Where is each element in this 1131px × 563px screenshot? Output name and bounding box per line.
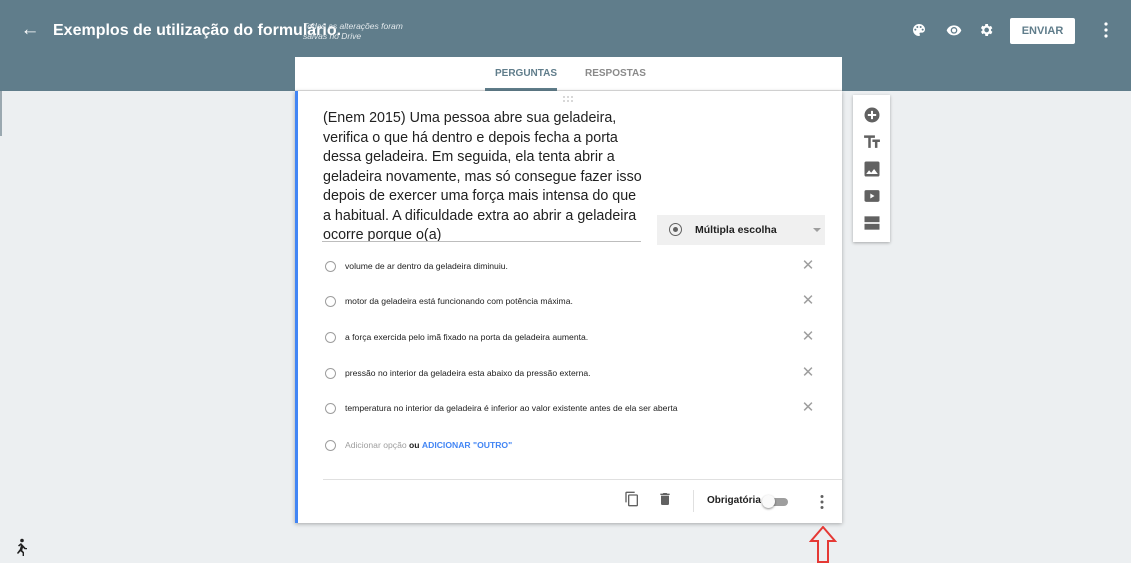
card-focus-accent bbox=[295, 91, 298, 523]
floating-toolbar bbox=[853, 95, 890, 242]
question-text[interactable]: (Enem 2015) Uma pessoa abre sua geladeir… bbox=[323, 109, 643, 246]
add-other-link[interactable]: ADICIONAR "OUTRO" bbox=[422, 440, 512, 450]
add-video-icon[interactable] bbox=[862, 186, 882, 206]
tab-perguntas[interactable]: PERGUNTAS bbox=[495, 68, 557, 79]
add-image-icon[interactable] bbox=[862, 159, 882, 179]
remove-option-icon[interactable]: ✕ bbox=[799, 364, 817, 382]
option-text[interactable]: motor da geladeira está funcionando com … bbox=[345, 296, 573, 306]
option-row[interactable]: temperatura no interior da geladeira é i… bbox=[323, 398, 823, 420]
dropdown-caret-icon bbox=[813, 228, 821, 232]
add-section-icon[interactable] bbox=[862, 213, 882, 233]
footer-divider bbox=[323, 479, 842, 480]
drag-handle-icon[interactable] bbox=[561, 95, 575, 103]
radio-icon bbox=[325, 296, 336, 307]
delete-icon[interactable] bbox=[657, 490, 673, 508]
footer-separator bbox=[693, 490, 694, 512]
radio-icon bbox=[325, 332, 336, 343]
option-row[interactable]: a força exercida pelo imã fixado na port… bbox=[323, 327, 823, 349]
tab-respostas[interactable]: RESPOSTAS bbox=[585, 68, 646, 79]
annotation-arrow bbox=[809, 526, 837, 563]
option-row[interactable]: pressão no interior da geladeira esta ab… bbox=[323, 363, 823, 385]
tab-bar: PERGUNTAS RESPOSTAS bbox=[295, 57, 842, 91]
accessibility-icon bbox=[17, 538, 27, 556]
radio-icon bbox=[325, 261, 336, 272]
option-text[interactable]: temperatura no interior da geladeira é i… bbox=[345, 403, 678, 413]
required-toggle[interactable] bbox=[762, 495, 788, 508]
question-type-select[interactable]: Múltipla escolha bbox=[657, 215, 825, 245]
left-edge-mark bbox=[0, 91, 2, 136]
add-title-icon[interactable] bbox=[862, 132, 882, 152]
radio-icon bbox=[325, 368, 336, 379]
remove-option-icon[interactable]: ✕ bbox=[799, 328, 817, 346]
eye-icon[interactable] bbox=[946, 22, 962, 38]
radio-icon bbox=[325, 440, 336, 451]
option-row[interactable]: motor da geladeira está funcionando com … bbox=[323, 291, 823, 313]
option-row[interactable]: volume de ar dentro da geladeira diminui… bbox=[323, 256, 823, 278]
question-type-label: Múltipla escolha bbox=[695, 224, 777, 236]
remove-option-icon[interactable]: ✕ bbox=[799, 292, 817, 310]
remove-option-icon[interactable]: ✕ bbox=[799, 257, 817, 275]
option-text[interactable]: a força exercida pelo imã fixado na port… bbox=[345, 332, 588, 342]
more-vert-icon[interactable] bbox=[1101, 20, 1111, 40]
question-underline bbox=[322, 241, 641, 242]
or-label: ou bbox=[409, 440, 420, 450]
duplicate-icon[interactable] bbox=[624, 490, 640, 508]
palette-icon[interactable] bbox=[911, 22, 927, 38]
radio-button-icon bbox=[669, 223, 682, 236]
add-option-link[interactable]: Adicionar opção bbox=[345, 440, 407, 450]
save-status: Todas as alterações foram salvas no Driv… bbox=[303, 21, 403, 41]
gear-icon[interactable] bbox=[978, 22, 994, 38]
remove-option-icon[interactable]: ✕ bbox=[799, 399, 817, 417]
toggle-knob bbox=[762, 495, 775, 508]
send-button[interactable]: ENVIAR bbox=[1010, 18, 1075, 44]
option-text[interactable]: volume de ar dentro da geladeira diminui… bbox=[345, 261, 508, 271]
radio-icon bbox=[325, 403, 336, 414]
add-option-row[interactable]: Adicionar opção ou ADICIONAR "OUTRO" bbox=[323, 435, 823, 457]
question-card[interactable]: (Enem 2015) Uma pessoa abre sua geladeir… bbox=[295, 91, 842, 523]
add-question-icon[interactable] bbox=[862, 105, 882, 125]
add-option-text: Adicionar opção ou ADICIONAR "OUTRO" bbox=[345, 440, 512, 450]
form-title: Exemplos de utilização do formulário. bbox=[53, 22, 342, 39]
more-options-icon[interactable] bbox=[817, 493, 827, 511]
required-label: Obrigatória bbox=[707, 495, 761, 506]
option-text[interactable]: pressão no interior da geladeira esta ab… bbox=[345, 368, 591, 378]
back-arrow-icon[interactable]: ← bbox=[18, 18, 42, 42]
